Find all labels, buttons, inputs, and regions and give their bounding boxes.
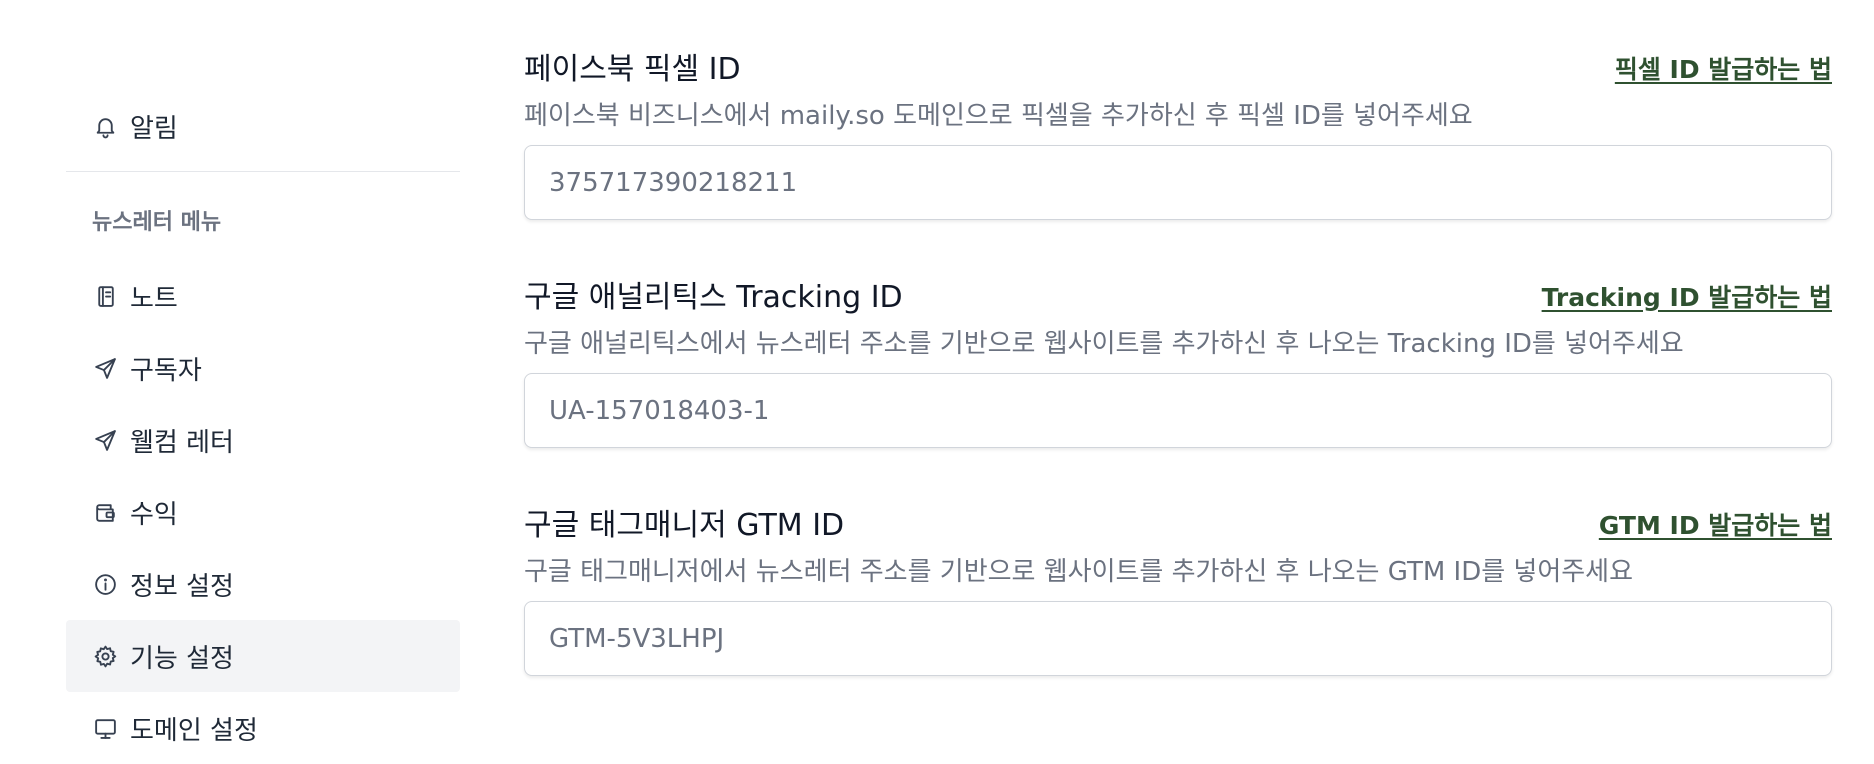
paper-plane-icon [92, 427, 118, 453]
gtm-id-help-link[interactable]: GTM ID 발급하는 법 [1599, 506, 1832, 546]
gear-icon [92, 643, 118, 669]
sidebar-item-label: 수익 [130, 499, 178, 530]
sidebar-item-notes[interactable]: 노트 [66, 260, 460, 332]
sidebar-item-info-settings[interactable]: 정보 설정 [66, 548, 460, 620]
sidebar-item-label: 도메인 설정 [130, 715, 258, 746]
tracking-id-help-link[interactable]: Tracking ID 발급하는 법 [1542, 278, 1832, 318]
sidebar-item-domain-settings[interactable]: 도메인 설정 [66, 692, 460, 764]
monitor-icon [92, 715, 118, 741]
sidebar-item-subscribers[interactable]: 구독자 [66, 332, 460, 404]
bell-icon [92, 113, 118, 139]
field-description: 페이스북 비즈니스에서 maily.so 도메인으로 픽셀을 추가하신 후 픽셀… [524, 101, 1473, 131]
sidebar-divider [66, 171, 460, 172]
sidebar-item-label: 기능 설정 [130, 643, 234, 674]
pixel-id-help-link[interactable]: 픽셀 ID 발급하는 법 [1615, 50, 1832, 90]
sidebar: 알림 뉴스레터 메뉴 노트 구독자 웰컴 레터 수익 정보 설정 기능 설정 도… [0, 0, 470, 746]
sidebar-item-label: 구독자 [130, 355, 202, 386]
sidebar-item-feature-settings[interactable]: 기능 설정 [66, 620, 460, 692]
sidebar-section-label: 뉴스레터 메뉴 [92, 210, 222, 235]
wallet-icon [92, 499, 118, 525]
sidebar-item-label: 알림 [130, 113, 178, 144]
info-circle-icon [92, 571, 118, 597]
field-description: 구글 태그매니저에서 뉴스레터 주소를 기반으로 웹사이트를 추가하신 후 나오… [524, 557, 1634, 587]
notebook-icon [92, 283, 118, 309]
gtm-id-input[interactable] [524, 601, 1832, 676]
sidebar-item-welcome-letter[interactable]: 웰컴 레터 [66, 404, 460, 476]
tracking-id-input[interactable] [524, 373, 1832, 448]
field-title: 페이스북 픽셀 ID [524, 52, 741, 87]
field-title: 구글 애널리틱스 Tracking ID [524, 280, 903, 315]
field-description: 구글 애널리틱스에서 뉴스레터 주소를 기반으로 웹사이트를 추가하신 후 나오… [524, 329, 1684, 359]
sidebar-item-label: 웰컴 레터 [130, 427, 234, 458]
sidebar-item-revenue[interactable]: 수익 [66, 476, 460, 548]
facebook-pixel-id-input[interactable] [524, 145, 1832, 220]
sidebar-item-label: 정보 설정 [130, 571, 234, 602]
field-title: 구글 태그매니저 GTM ID [524, 508, 845, 543]
sidebar-item-label: 노트 [130, 283, 178, 314]
feature-settings-panel: 페이스북 픽셀 ID 픽셀 ID 발급하는 법 페이스북 비즈니스에서 mail… [524, 0, 1832, 718]
paper-plane-icon [92, 355, 118, 381]
sidebar-item-notifications[interactable]: 알림 [66, 90, 460, 162]
